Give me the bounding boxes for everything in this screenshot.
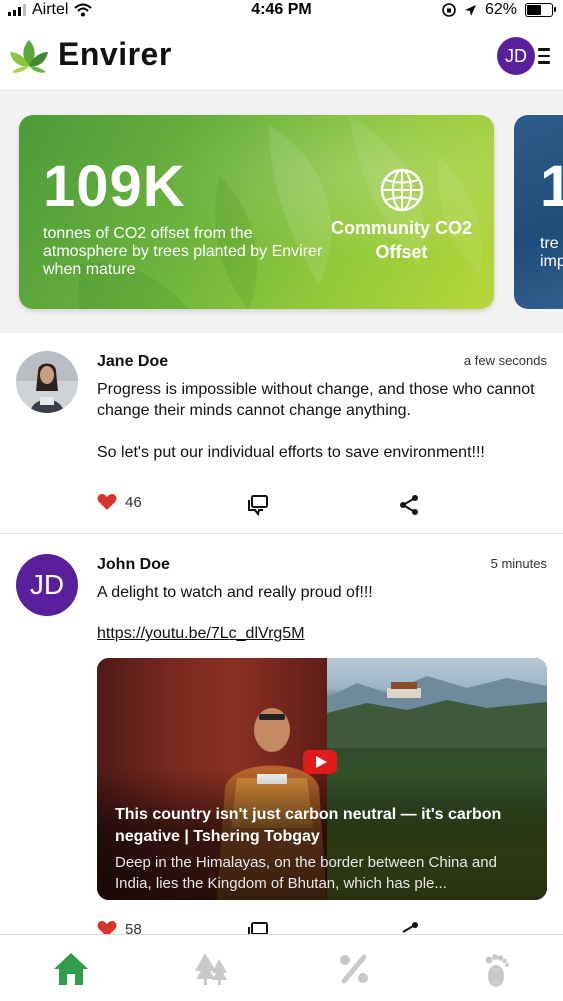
stat-description: tonnes of CO2 offset from the atmosphere… xyxy=(43,225,323,278)
battery-icon xyxy=(525,3,556,17)
post-actions: 46 xyxy=(0,493,563,521)
rotation-lock-icon xyxy=(442,3,456,17)
location-arrow-icon xyxy=(464,4,476,16)
home-icon[interactable] xyxy=(51,949,91,989)
battery-percent: 62% xyxy=(484,1,517,18)
stat-card-trees[interactable]: 1 tre imp xyxy=(514,115,563,309)
like-count: 46 xyxy=(125,493,142,511)
app-title: Envirer xyxy=(58,36,172,72)
author-avatar[interactable] xyxy=(16,351,78,413)
video-link[interactable]: https://youtu.be/7Lc_dlVrg5M xyxy=(97,625,305,643)
stat-label: Community CO2 Offset xyxy=(330,218,472,262)
share-icon[interactable] xyxy=(398,493,420,517)
stat-card-co2[interactable]: 109K tonnes of CO2 offset from the atmos… xyxy=(19,115,494,309)
app-header: Envirer JD xyxy=(0,22,563,91)
author-name[interactable]: Jane Doe xyxy=(97,353,168,371)
stat-description: tre imp xyxy=(540,235,563,270)
percent-icon[interactable] xyxy=(334,949,374,989)
menu-icon[interactable] xyxy=(538,48,550,64)
trees-icon[interactable] xyxy=(191,949,231,989)
comment-icon[interactable] xyxy=(246,493,270,517)
video-title: This country isn't just carbon neutral —… xyxy=(115,806,502,845)
feed-post: Jane Doe a few seconds Progress is impos… xyxy=(0,333,563,534)
post-time: 5 minutes xyxy=(490,556,547,571)
feed-post: JD John Doe 5 minutes A delight to watch… xyxy=(0,536,563,938)
mountains-graphic xyxy=(327,676,547,748)
video-description: Deep in the Himalayas, on the border bet… xyxy=(115,854,497,892)
post-time: a few seconds xyxy=(463,353,547,368)
author-name[interactable]: John Doe xyxy=(97,556,170,574)
post-text: A delight to watch and really proud of!!… xyxy=(97,584,373,601)
globe-icon xyxy=(380,168,424,212)
author-avatar[interactable]: JD xyxy=(16,554,78,616)
post-text: So let's put our individual efforts to s… xyxy=(97,444,485,461)
heart-icon xyxy=(97,494,117,510)
video-preview-card[interactable]: This country isn't just carbon neutral —… xyxy=(97,658,547,900)
status-bar: Airtel 4:46 PM 62% xyxy=(0,0,563,22)
stat-value: 1 xyxy=(540,154,563,219)
footprint-icon[interactable] xyxy=(476,949,516,989)
leaf-logo-icon xyxy=(10,40,48,73)
stat-value: 109K xyxy=(43,154,186,219)
like-button[interactable]: 46 xyxy=(97,493,142,511)
stats-carousel[interactable]: 109K tonnes of CO2 offset from the atmos… xyxy=(0,91,563,333)
post-text: Progress is impossible without change, a… xyxy=(97,381,535,419)
user-avatar[interactable]: JD xyxy=(497,37,535,75)
bottom-navigation xyxy=(0,934,563,1001)
